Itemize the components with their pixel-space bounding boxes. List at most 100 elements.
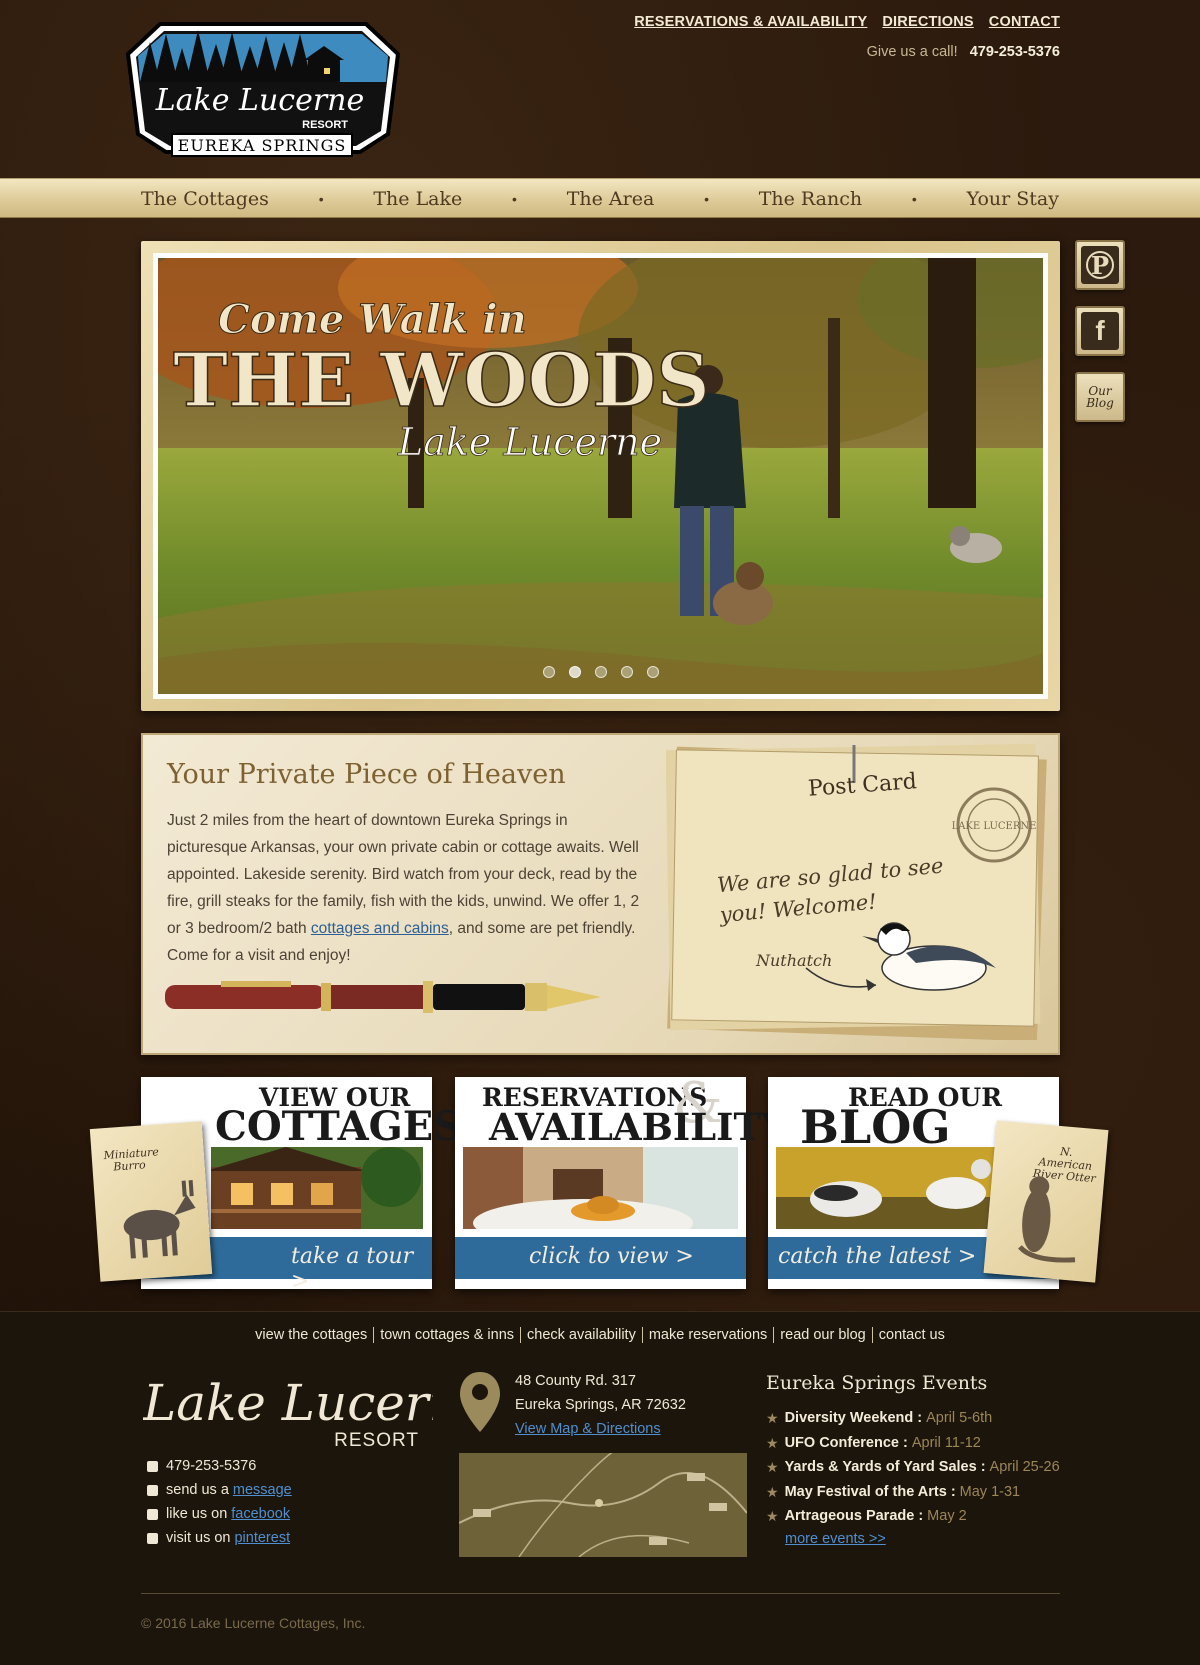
nav-separator: • <box>512 191 517 207</box>
phone-icon <box>147 1460 158 1472</box>
call-us: Give us a call! 479-253-5376 <box>867 44 1060 60</box>
event-item[interactable]: ★ May Festival of the Arts : May 1-31 <box>766 1480 1060 1505</box>
more-events-link[interactable]: more events >> <box>785 1531 1060 1547</box>
burro-icon <box>123 1180 196 1259</box>
map-directions-link[interactable]: View Map & Directions <box>515 1421 661 1437</box>
top-link-directions[interactable]: DIRECTIONS <box>882 14 973 30</box>
event-item[interactable]: ★ Yards & Yards of Yard Sales : April 25-2… <box>766 1455 1060 1480</box>
star-icon: ★ <box>766 1410 779 1426</box>
card-cta-text: take a tour > <box>291 1244 414 1294</box>
bedroom-photo <box>463 1147 738 1229</box>
call-us-label: Give us a call! <box>866 44 958 60</box>
intro-panel: Your Private Piece of Heaven Just 2 mile… <box>141 733 1060 1055</box>
address-line-2: Eureka Springs, AR 72632 <box>515 1397 686 1413</box>
footer-link-cottages[interactable]: view the cottages <box>249 1327 375 1343</box>
footer-contact: 479-253-5376 send us a message like us on… <box>147 1454 292 1550</box>
cottage-photo <box>211 1147 423 1229</box>
copyright: © 2016 Lake Lucerne Cottages, Inc. <box>141 1615 366 1631</box>
intro-body: Just 2 miles from the heart of downtown … <box>167 812 640 964</box>
footer-link-contact[interactable]: contact us <box>873 1327 951 1343</box>
postcard-illustration: LAKE LUCERNE Post Card We are so glad to… <box>665 743 1051 1042</box>
reservations-card[interactable]: RESERVATIONS & AVAILABILITY click to vie… <box>455 1071 787 1289</box>
nav-item-lake[interactable]: The Lake <box>373 188 462 210</box>
footer-links: view the cottages town cottages & inns c… <box>0 1327 1200 1343</box>
woods-scene-image: Come Walk in THE WOODS Lake Lucerne <box>158 258 1043 694</box>
slide-dot[interactable] <box>542 666 555 678</box>
utility-nav: RESERVATIONS & AVAILABILITY DIRECTIONS C… <box>634 14 1060 30</box>
star-icon: ★ <box>766 1459 779 1475</box>
events-heading: Eureka Springs Events <box>766 1372 988 1394</box>
slide-indicators <box>158 666 1043 678</box>
card-title-big: AVAILABILITY <box>489 1105 788 1149</box>
card-cta-bar[interactable]: click to view > <box>455 1237 746 1279</box>
footer-link-blog[interactable]: read our blog <box>774 1327 873 1343</box>
card-title-big: COTTAGES <box>215 1103 463 1150</box>
pinterest-icon: P <box>1081 246 1119 284</box>
map-pin-icon <box>460 1372 500 1432</box>
pinterest-button[interactable]: P <box>1075 240 1125 290</box>
nav-separator: • <box>704 191 709 207</box>
hero-slideshow: Come Walk in THE WOODS Lake Lucerne <box>141 241 1060 711</box>
slide-dot[interactable] <box>646 666 659 678</box>
nav-item-cottages[interactable]: The Cottages <box>141 188 269 210</box>
area-map[interactable] <box>459 1453 747 1557</box>
site-header: Lake Lucerne RESORT EUREKA SPRINGS RESER… <box>0 0 1200 178</box>
nav-item-your-stay[interactable]: Your Stay <box>967 188 1059 210</box>
footer-divider <box>141 1593 1060 1594</box>
message-icon <box>147 1484 158 1496</box>
postcard-stamp-text: LAKE LUCERNE <box>952 821 1037 832</box>
footer-link-reservations[interactable]: make reservations <box>643 1327 775 1343</box>
top-link-contact[interactable]: CONTACT <box>989 14 1060 30</box>
card-cta-text: click to view > <box>529 1244 694 1269</box>
facebook-icon: f <box>1081 312 1119 350</box>
facebook-link[interactable]: facebook <box>231 1502 290 1526</box>
facebook-button[interactable]: f <box>1075 306 1125 356</box>
hero-line-3: Lake Lucerne <box>397 420 662 464</box>
header-phone[interactable]: 479-253-5376 <box>970 44 1060 60</box>
address-line-1: 48 County Rd. 317 <box>515 1373 636 1389</box>
social-buttons: P f Our Blog <box>1075 240 1125 438</box>
footer-link-town-cottages[interactable]: town cottages & inns <box>374 1327 522 1343</box>
postcard-caption: Nuthatch <box>756 951 833 970</box>
footer-logo[interactable]: Lake Lucerne RESORT <box>143 1370 433 1450</box>
top-link-reservations[interactable]: RESERVATIONS & AVAILABILITY <box>634 14 867 30</box>
nav-item-ranch[interactable]: The Ranch <box>759 188 862 210</box>
event-item[interactable]: ★ Artrageous Parade : May 2 <box>766 1504 1060 1529</box>
message-link[interactable]: message <box>233 1478 292 1502</box>
star-icon: ★ <box>766 1508 779 1524</box>
svg-text:RESORT: RESORT <box>334 1430 419 1450</box>
star-icon: ★ <box>766 1434 779 1451</box>
cottages-cabins-link[interactable]: cottages and cabins <box>311 920 449 937</box>
events-list: Eureka Springs Events ★ Diversity Weekend… <box>766 1372 1060 1547</box>
svg-text:Lake Lucerne: Lake Lucerne <box>143 1374 433 1432</box>
footer-address: 48 County Rd. 317 Eureka Springs, AR 726… <box>515 1369 686 1441</box>
quill-icon: Our Blog <box>1086 384 1114 410</box>
geese-photo <box>776 1147 998 1229</box>
footer-link-availability[interactable]: check availability <box>521 1327 643 1343</box>
fountain-pen-image <box>165 981 601 1013</box>
nav-separator: • <box>318 191 324 207</box>
intro-heading: Your Private Piece of Heaven <box>167 759 566 790</box>
lake-lucerne-logo[interactable]: Lake Lucerne RESORT EUREKA SPRINGS <box>120 12 406 164</box>
nav-item-area[interactable]: The Area <box>567 188 655 210</box>
blog-button[interactable]: Our Blog <box>1075 372 1125 422</box>
facebook-icon <box>147 1508 158 1520</box>
main-nav: The Cottages • The Lake • The Area • The… <box>0 178 1200 218</box>
nav-separator: • <box>911 191 917 207</box>
event-item[interactable]: ★ Diversity Weekend : April 5-6th <box>766 1406 1060 1431</box>
slide-dot[interactable] <box>568 666 581 678</box>
slide-dot[interactable] <box>620 666 633 678</box>
slide-dot[interactable] <box>594 666 607 678</box>
hero-line-2: THE WOODS <box>173 338 710 424</box>
site-footer: view the cottages town cottages & inns c… <box>0 1311 1200 1665</box>
hero-photo: Come Walk in THE WOODS Lake Lucerne <box>153 253 1048 699</box>
logo-script-text: Lake Lucerne <box>155 83 365 118</box>
card-cta-text: catch the latest > <box>778 1244 977 1269</box>
logo-resort-text: RESORT <box>302 119 348 131</box>
hero-line-1: Come Walk in <box>218 296 527 343</box>
footer-phone[interactable]: 479-253-5376 <box>166 1454 256 1478</box>
logo-eureka-text: EUREKA SPRINGS <box>178 136 347 155</box>
otter-tag: N. American River Otter <box>983 1120 1109 1283</box>
event-item[interactable]: ★ UFO Conference : April 11-12 <box>766 1431 1060 1456</box>
pinterest-link[interactable]: pinterest <box>234 1526 290 1550</box>
